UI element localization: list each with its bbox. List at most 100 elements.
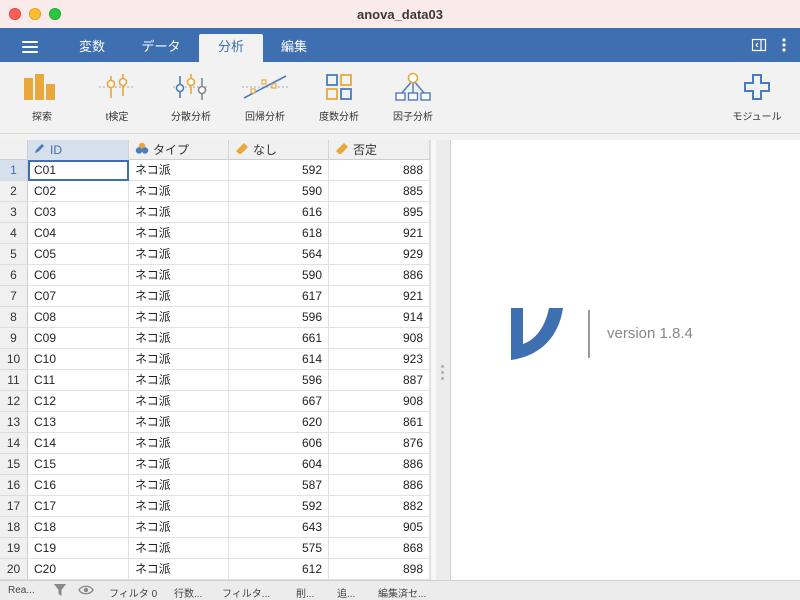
cell-negation[interactable]: 876: [329, 433, 430, 454]
cell-negation[interactable]: 908: [329, 328, 430, 349]
cell-type[interactable]: ネコ派: [129, 244, 229, 265]
cell-negation[interactable]: 887: [329, 370, 430, 391]
cell-type[interactable]: ネコ派: [129, 202, 229, 223]
cell-negation[interactable]: 914: [329, 307, 430, 328]
cell-type[interactable]: ネコ派: [129, 181, 229, 202]
cell-type[interactable]: ネコ派: [129, 412, 229, 433]
row-number[interactable]: 17: [0, 496, 28, 517]
cell-none[interactable]: 617: [229, 286, 329, 307]
cell-none[interactable]: 564: [229, 244, 329, 265]
cell-negation[interactable]: 882: [329, 496, 430, 517]
zoom-window-button[interactable]: [49, 8, 61, 20]
cell-type[interactable]: ネコ派: [129, 433, 229, 454]
row-number[interactable]: 3: [0, 202, 28, 223]
cell-none[interactable]: 596: [229, 307, 329, 328]
row-number[interactable]: 7: [0, 286, 28, 307]
ribbon-factor-button[interactable]: 因子分析: [378, 72, 448, 123]
row-number[interactable]: 8: [0, 307, 28, 328]
cell-none[interactable]: 620: [229, 412, 329, 433]
cell-id[interactable]: C17: [28, 496, 129, 517]
cell-negation[interactable]: 895: [329, 202, 430, 223]
cell-negation[interactable]: 886: [329, 454, 430, 475]
cell-none[interactable]: 592: [229, 160, 329, 181]
cell-type[interactable]: ネコ派: [129, 517, 229, 538]
column-header-negation[interactable]: 否定: [329, 140, 430, 160]
cell-negation[interactable]: 921: [329, 223, 430, 244]
hamburger-menu-icon[interactable]: [22, 41, 38, 53]
row-number[interactable]: 1: [0, 160, 28, 181]
row-number[interactable]: 19: [0, 538, 28, 559]
column-header-id[interactable]: ID: [28, 140, 129, 160]
cell-type[interactable]: ネコ派: [129, 160, 229, 181]
ribbon-frequencies-button[interactable]: 度数分析: [304, 72, 374, 123]
cell-type[interactable]: ネコ派: [129, 349, 229, 370]
row-number[interactable]: 6: [0, 265, 28, 286]
cell-id[interactable]: C10: [28, 349, 129, 370]
cell-id[interactable]: C12: [28, 391, 129, 412]
cell-type[interactable]: ネコ派: [129, 223, 229, 244]
cell-id[interactable]: C11: [28, 370, 129, 391]
row-number[interactable]: 12: [0, 391, 28, 412]
cell-none[interactable]: 575: [229, 538, 329, 559]
cell-id[interactable]: C05: [28, 244, 129, 265]
drag-handle-icon[interactable]: [441, 365, 444, 383]
cell-id[interactable]: C09: [28, 328, 129, 349]
row-number[interactable]: 14: [0, 433, 28, 454]
cell-id[interactable]: C03: [28, 202, 129, 223]
ribbon-exploration-button[interactable]: 探索: [7, 72, 77, 123]
cell-negation[interactable]: 921: [329, 286, 430, 307]
cell-negation[interactable]: 908: [329, 391, 430, 412]
cell-none[interactable]: 661: [229, 328, 329, 349]
tab-variables[interactable]: 変数: [64, 34, 120, 62]
cell-type[interactable]: ネコ派: [129, 307, 229, 328]
cell-type[interactable]: ネコ派: [129, 265, 229, 286]
row-number[interactable]: 11: [0, 370, 28, 391]
cell-id[interactable]: C04: [28, 223, 129, 244]
ribbon-modules-button[interactable]: モジュール: [722, 72, 792, 123]
cell-type[interactable]: ネコ派: [129, 496, 229, 517]
data-spreadsheet[interactable]: ID タイプ なし 否定 1 C01 ネコ派 592 888 2 C02 ネコ派 590 885 3…: [0, 140, 436, 580]
cell-none[interactable]: 596: [229, 370, 329, 391]
row-number[interactable]: 18: [0, 517, 28, 538]
tab-analyses[interactable]: 分析: [199, 34, 263, 62]
cell-id[interactable]: C19: [28, 538, 129, 559]
row-number[interactable]: 2: [0, 181, 28, 202]
minimize-window-button[interactable]: [29, 8, 41, 20]
tab-data[interactable]: データ: [132, 34, 190, 62]
cell-id[interactable]: C20: [28, 559, 129, 580]
cell-id[interactable]: C06: [28, 265, 129, 286]
cell-type[interactable]: ネコ派: [129, 454, 229, 475]
cell-none[interactable]: 616: [229, 202, 329, 223]
cell-type[interactable]: ネコ派: [129, 475, 229, 496]
cell-type[interactable]: ネコ派: [129, 286, 229, 307]
row-number[interactable]: 13: [0, 412, 28, 433]
cell-type[interactable]: ネコ派: [129, 328, 229, 349]
ribbon-anova-button[interactable]: 分散分析: [156, 72, 226, 123]
row-number[interactable]: 20: [0, 559, 28, 580]
panel-splitter[interactable]: [436, 140, 450, 580]
cell-negation[interactable]: 861: [329, 412, 430, 433]
column-header-type[interactable]: タイプ: [129, 140, 229, 160]
cell-none[interactable]: 604: [229, 454, 329, 475]
cell-negation[interactable]: 905: [329, 517, 430, 538]
cell-type[interactable]: ネコ派: [129, 391, 229, 412]
row-number[interactable]: 4: [0, 223, 28, 244]
cell-negation[interactable]: 929: [329, 244, 430, 265]
cell-type[interactable]: ネコ派: [129, 559, 229, 580]
cell-negation[interactable]: 868: [329, 538, 430, 559]
cell-none[interactable]: 590: [229, 181, 329, 202]
cell-id[interactable]: C16: [28, 475, 129, 496]
row-number[interactable]: 10: [0, 349, 28, 370]
cell-type[interactable]: ネコ派: [129, 538, 229, 559]
cell-id[interactable]: C01: [28, 160, 129, 181]
cell-negation[interactable]: 885: [329, 181, 430, 202]
eye-icon[interactable]: [78, 584, 94, 599]
cell-none[interactable]: 587: [229, 475, 329, 496]
cell-id[interactable]: C15: [28, 454, 129, 475]
close-window-button[interactable]: [9, 8, 21, 20]
cell-id[interactable]: C18: [28, 517, 129, 538]
row-number[interactable]: 16: [0, 475, 28, 496]
row-number[interactable]: 5: [0, 244, 28, 265]
cell-type[interactable]: ネコ派: [129, 370, 229, 391]
cell-id[interactable]: C02: [28, 181, 129, 202]
